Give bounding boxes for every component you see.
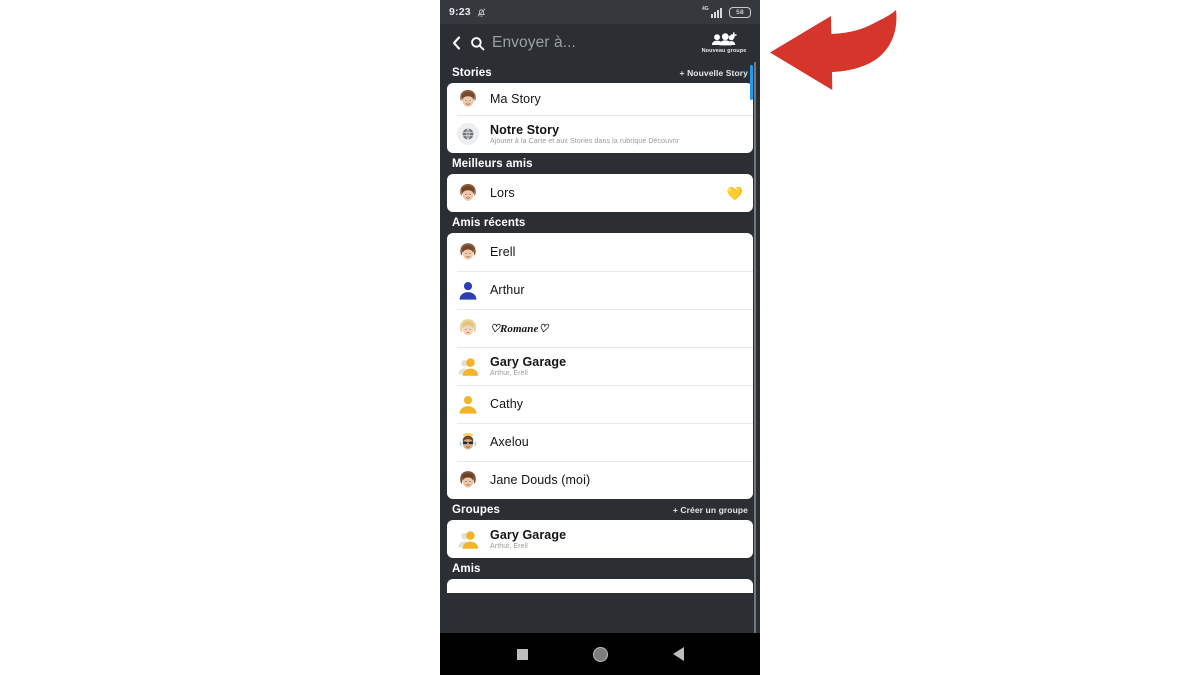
- list-item-title: Erell: [490, 245, 516, 259]
- status-time: 9:23: [449, 6, 471, 18]
- list-item-title: Jane Douds (moi): [490, 473, 591, 487]
- section-title: Stories: [452, 67, 492, 79]
- status-bar: 9:23 4G 58: [440, 0, 760, 24]
- list-item-erell[interactable]: Erell: [447, 233, 753, 271]
- silhouette-yellow-avatar: [457, 393, 479, 415]
- triangle-back-icon[interactable]: [672, 647, 684, 661]
- list-item-cathy[interactable]: Cathy: [447, 385, 753, 423]
- list-item-subtitle: Arthur, Erell: [490, 370, 528, 377]
- contact-list-scroll-area[interactable]: Stories + Nouvelle Story Ma Story Notre …: [440, 62, 760, 669]
- silhouette-blue-avatar: [457, 279, 479, 301]
- list-item-text: Cathy: [490, 395, 743, 413]
- list-item-text: ♡Romane♡: [490, 319, 743, 337]
- phone-screen: 9:23 4G 58 Envoyer à... Nouveau groupe S…: [440, 0, 760, 675]
- list-item-title: Cathy: [490, 397, 524, 411]
- section-title: Groupes: [452, 504, 500, 516]
- groups-card: Gary Garage Arthur, Erell: [447, 520, 753, 558]
- bitmoji-brown-hair-avatar: [457, 182, 479, 204]
- bitmoji-brown-hair-avatar: [457, 241, 479, 263]
- list-item-text: Notre Story Ajouter à la Carte et aux St…: [490, 123, 743, 145]
- curved-arrow-left-icon: [764, 4, 904, 104]
- section-header-meilleurs-amis: Meilleurs amis: [447, 153, 753, 174]
- bitmoji-blonde-avatar: [457, 317, 479, 339]
- list-item-jane-douds[interactable]: Jane Douds (moi): [447, 461, 753, 499]
- list-item-text: Gary Garage Arthur, Erell: [490, 355, 743, 377]
- battery-indicator: 58: [729, 6, 751, 18]
- list-item-gary-garage-recent[interactable]: Gary Garage Arthur, Erell: [447, 347, 753, 385]
- list-item-title: ♡Romane♡: [490, 323, 549, 335]
- list-item-text: Axelou: [490, 433, 743, 451]
- list-item-subtitle: Ajouter à la Carte et aux Stories dans l…: [490, 138, 680, 145]
- bitmoji-sunglasses-avatar: [457, 431, 479, 453]
- stories-card: Ma Story Notre Story Ajouter à la Carte …: [447, 83, 753, 153]
- signal-bars-icon: 4G: [702, 6, 725, 18]
- list-item-title: Lors: [490, 186, 515, 200]
- section-header-groupes: Groupes + Créer un groupe: [447, 499, 753, 520]
- list-item-title: Axelou: [490, 435, 529, 449]
- group-silhouettes-avatar: [457, 355, 479, 377]
- list-item-gary-garage-group[interactable]: Gary Garage Arthur, Erell: [447, 520, 753, 558]
- best-friends-card: Lors 💛: [447, 174, 753, 212]
- group-silhouettes-avatar: [457, 528, 479, 550]
- scrollbar-track[interactable]: [754, 62, 756, 669]
- list-item-text: Jane Douds (moi): [490, 471, 743, 489]
- back-chevron-icon[interactable]: [450, 35, 463, 51]
- list-item-romane[interactable]: ♡Romane♡: [447, 309, 753, 347]
- list-item-text: Gary Garage Arthur, Erell: [490, 528, 743, 550]
- list-item-text: Arthur: [490, 281, 743, 299]
- create-group-action[interactable]: + Créer un groupe: [673, 505, 748, 515]
- list-item-text: Lors: [490, 184, 727, 202]
- list-item-title: Ma Story: [490, 92, 541, 106]
- new-group-button[interactable]: Nouveau groupe: [696, 32, 752, 54]
- list-item-lors[interactable]: Lors 💛: [447, 174, 753, 212]
- friends-card-clipped[interactable]: [447, 579, 753, 593]
- list-item-text: Ma Story: [490, 90, 743, 108]
- section-header-amis-recents: Amis récents: [447, 212, 753, 233]
- app-header: Envoyer à... Nouveau groupe: [440, 24, 760, 62]
- best-friend-heart-icon: 💛: [726, 185, 743, 201]
- list-item-title: Notre Story: [490, 123, 560, 137]
- bitmoji-brown-hair-avatar: [457, 88, 479, 110]
- search-icon[interactable]: [470, 36, 485, 51]
- list-item-axelou[interactable]: Axelou: [447, 423, 753, 461]
- android-nav-bar: [440, 633, 760, 675]
- bitmoji-brown-hair-avatar: [457, 469, 479, 491]
- list-item-ma-story[interactable]: Ma Story: [447, 83, 753, 115]
- new-story-action[interactable]: + Nouvelle Story: [680, 68, 748, 78]
- recent-friends-card: Erell Arthur ♡Romane♡ Gary Garage Arthur…: [447, 233, 753, 499]
- globe-icon: [457, 123, 479, 145]
- screenshot-canvas: 9:23 4G 58 Envoyer à... Nouveau groupe S…: [0, 0, 1200, 675]
- section-title: Meilleurs amis: [452, 158, 533, 170]
- section-header-stories: Stories + Nouvelle Story: [447, 62, 753, 83]
- list-item-title: Arthur: [490, 283, 525, 297]
- bell-muted-icon: [476, 7, 487, 18]
- list-item-arthur[interactable]: Arthur: [447, 271, 753, 309]
- network-type-label: 4G: [702, 5, 709, 12]
- circle-home-icon[interactable]: [592, 646, 608, 662]
- status-right-group: 4G 58: [702, 6, 751, 18]
- square-recents-icon[interactable]: [516, 648, 528, 660]
- group-add-icon: [711, 32, 737, 47]
- section-title: Amis récents: [452, 217, 526, 229]
- list-item-title: Gary Garage: [490, 528, 567, 542]
- list-item-subtitle: Arthur, Erell: [490, 543, 528, 550]
- section-header-amis: Amis: [447, 558, 753, 579]
- list-item-notre-story[interactable]: Notre Story Ajouter à la Carte et aux St…: [447, 115, 753, 153]
- list-item-title: Gary Garage: [490, 355, 567, 369]
- new-group-label: Nouveau groupe: [701, 48, 747, 54]
- list-item-text: Erell: [490, 243, 743, 261]
- section-title: Amis: [452, 563, 481, 575]
- search-input[interactable]: Envoyer à...: [492, 34, 576, 52]
